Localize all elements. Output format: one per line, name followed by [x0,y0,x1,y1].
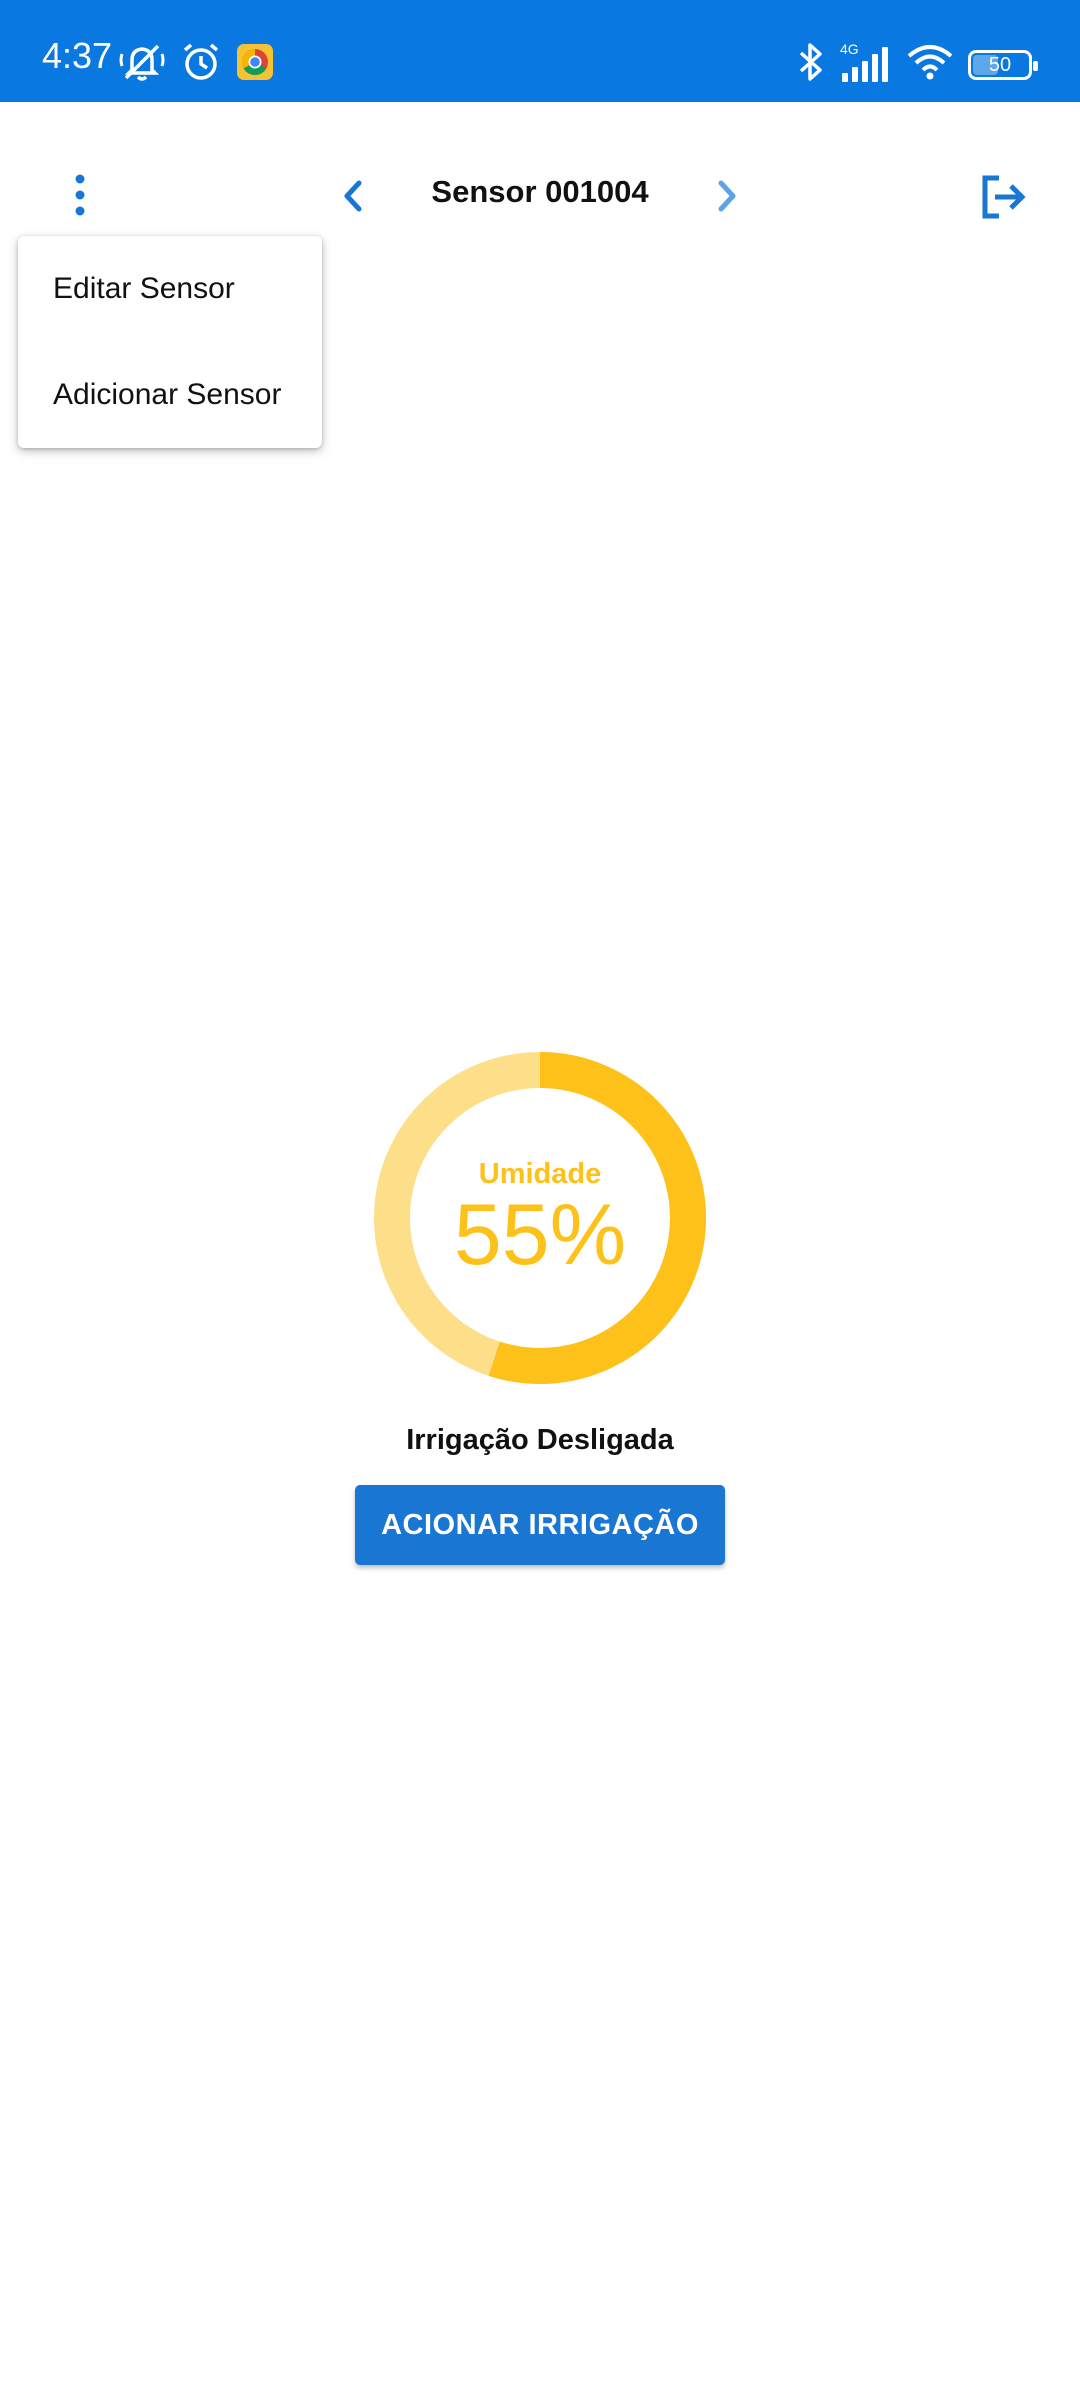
status-time: 4:37 [42,35,113,76]
irrigation-status: Irrigação Desligada [406,1424,674,1456]
battery-percentage: 50 [988,53,1012,76]
wifi-icon [906,42,954,87]
chrome-icon [236,43,274,86]
options-menu: Editar Sensor Adicionar Sensor [18,236,322,448]
sensor-title: Sensor 001004 [431,174,649,209]
gauge-value: 55% [453,1187,627,1283]
status-bar: 4:37 4G 50 [0,0,1080,102]
signal-icon: 4G [840,40,892,89]
more-vert-icon [75,174,85,216]
screen: 4:37 4G 50 Sensor 001004 Editar Sensor A… [0,0,1080,2400]
chevron-right-icon [718,180,736,212]
previous-sensor-button[interactable] [328,168,378,224]
notifications-off-icon [118,40,166,89]
status-icons-right: 4G 50 [796,40,1038,89]
logout-icon [982,175,1026,219]
more-options-button[interactable] [50,160,110,230]
alarm-icon [180,41,222,88]
chevron-left-icon [344,180,362,212]
menu-item-edit-sensor[interactable]: Editar Sensor [18,236,322,342]
next-sensor-button[interactable] [702,168,752,224]
battery-icon: 50 [968,49,1038,80]
bluetooth-icon [796,41,826,88]
network-type-label: 4G [840,41,859,57]
menu-item-add-sensor[interactable]: Adicionar Sensor [18,342,322,448]
status-icons-left [118,40,274,89]
logout-button[interactable] [968,164,1038,230]
activate-irrigation-button[interactable]: ACIONAR IRRIGAÇÃO [355,1485,725,1565]
